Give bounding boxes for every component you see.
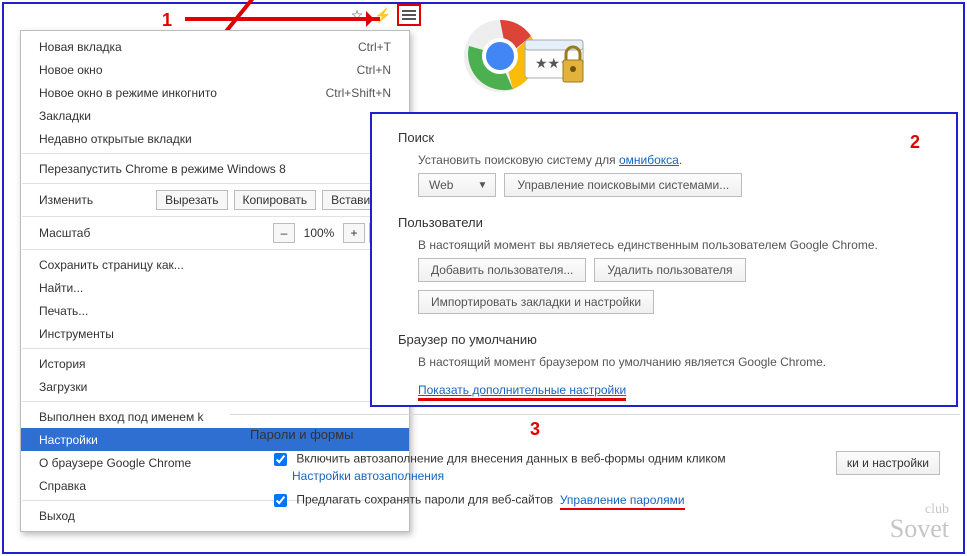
- chrome-passwords-illustration: ★★★★: [455, 6, 595, 106]
- default-browser-description: В настоящий момент браузером по умолчани…: [418, 355, 930, 369]
- manage-search-engines-button[interactable]: Управление поисковыми системами...: [504, 173, 742, 197]
- menu-history[interactable]: История: [21, 352, 409, 375]
- section-default-browser-title: Браузер по умолчанию: [398, 332, 930, 347]
- menu-separator: [22, 183, 408, 184]
- menu-relaunch-win8[interactable]: Перезапустить Chrome в режиме Windows 8: [21, 157, 409, 180]
- menu-zoom-label: Масштаб: [39, 226, 269, 240]
- section-search-title: Поиск: [398, 130, 930, 145]
- select-value: Web: [429, 178, 453, 192]
- section-users-title: Пользователи: [398, 215, 930, 230]
- menu-accelerator: Ctrl+N: [357, 63, 391, 77]
- menu-label: Новая вкладка: [39, 40, 358, 54]
- menu-separator: [22, 249, 408, 250]
- menu-new-window[interactable]: Новое окно Ctrl+N: [21, 58, 409, 81]
- omnibox-link[interactable]: омнибокса: [619, 153, 679, 167]
- menu-accelerator: Ctrl+Shift+N: [326, 86, 391, 100]
- menu-recent-tabs[interactable]: Недавно открытые вкладки: [21, 127, 409, 150]
- menu-separator: [22, 401, 408, 402]
- menu-label: Перезапустить Chrome в режиме Windows 8: [39, 162, 391, 176]
- menu-label: Печать...: [39, 304, 391, 318]
- settings-page-panel: 2 Поиск Установить поисковую систему для…: [370, 112, 958, 407]
- zoom-value: 100%: [299, 226, 339, 240]
- hamburger-icon: [402, 14, 416, 16]
- search-description: Установить поисковую систему для омнибок…: [418, 153, 930, 167]
- section-passwords-title: Пароли и формы: [250, 427, 940, 442]
- menu-separator: [22, 153, 408, 154]
- menu-edit-row: Изменить Вырезать Копировать Вставить: [21, 187, 409, 213]
- show-advanced-settings-link[interactable]: Показать дополнительные настройки: [418, 383, 626, 401]
- menu-print[interactable]: Печать...: [21, 299, 409, 322]
- text: Установить поисковую систему для: [418, 153, 619, 167]
- autofill-checkbox[interactable]: [274, 453, 287, 466]
- default-search-select[interactable]: Web ▼: [418, 173, 496, 197]
- menu-cut-button[interactable]: Вырезать: [156, 190, 227, 210]
- annotation-step-3: 3: [530, 419, 540, 440]
- menu-tools[interactable]: Инструменты: [21, 322, 409, 345]
- menu-button[interactable]: [397, 4, 421, 26]
- menu-save-page[interactable]: Сохранить страницу как...: [21, 253, 409, 276]
- menu-label: Закладки: [39, 109, 391, 123]
- menu-copy-button[interactable]: Копировать: [234, 190, 317, 210]
- menu-bookmarks[interactable]: Закладки: [21, 104, 409, 127]
- save-passwords-label: Предлагать сохранять пароли для веб-сайт…: [296, 493, 553, 507]
- autofill-label: Включить автозаполнение для внесения дан…: [296, 452, 725, 466]
- menu-downloads[interactable]: Загрузки: [21, 375, 409, 398]
- menu-label: Найти...: [39, 281, 391, 295]
- menu-label: Новое окно в режиме инкогнито: [39, 86, 326, 100]
- manage-passwords-link[interactable]: Управление паролями: [560, 493, 685, 510]
- import-bookmarks-button[interactable]: Импортировать закладки и настройки: [418, 290, 654, 314]
- menu-label: Загрузки: [39, 380, 391, 394]
- menu-label: Новое окно: [39, 63, 357, 77]
- zoom-in-button[interactable]: +: [343, 223, 365, 243]
- add-user-button[interactable]: Добавить пользователя...: [418, 258, 586, 282]
- users-description: В настоящий момент вы являетесь единстве…: [418, 238, 930, 252]
- menu-find[interactable]: Найти...: [21, 276, 409, 299]
- annotation-step-1: 1: [162, 10, 172, 31]
- annotation-arrow-1: [185, 17, 380, 21]
- passwords-forms-section: Пароли и формы 3 ки и настройки Включить…: [230, 414, 960, 544]
- chevron-down-icon: ▼: [477, 180, 487, 191]
- autofill-settings-link[interactable]: Настройки автозаполнения: [270, 469, 444, 483]
- text: .: [679, 153, 682, 167]
- delete-user-button[interactable]: Удалить пользователя: [594, 258, 745, 282]
- save-passwords-checkbox[interactable]: [274, 494, 287, 507]
- annotation-step-2: 2: [910, 132, 920, 153]
- menu-zoom-row: Масштаб – 100% + ⛶: [21, 220, 409, 246]
- menu-separator: [22, 348, 408, 349]
- zoom-out-button[interactable]: –: [273, 223, 295, 243]
- menu-label: Недавно открытые вкладки: [39, 132, 391, 146]
- menu-separator: [22, 216, 408, 217]
- menu-label: Инструменты: [39, 327, 391, 341]
- menu-new-tab[interactable]: Новая вкладка Ctrl+T: [21, 35, 409, 58]
- menu-label: Сохранить страницу как...: [39, 258, 391, 272]
- menu-edit-label: Изменить: [39, 193, 150, 207]
- menu-label: История: [39, 357, 391, 371]
- partial-import-button[interactable]: ки и настройки: [836, 451, 940, 475]
- menu-accelerator: Ctrl+T: [358, 40, 391, 54]
- menu-incognito[interactable]: Новое окно в режиме инкогнито Ctrl+Shift…: [21, 81, 409, 104]
